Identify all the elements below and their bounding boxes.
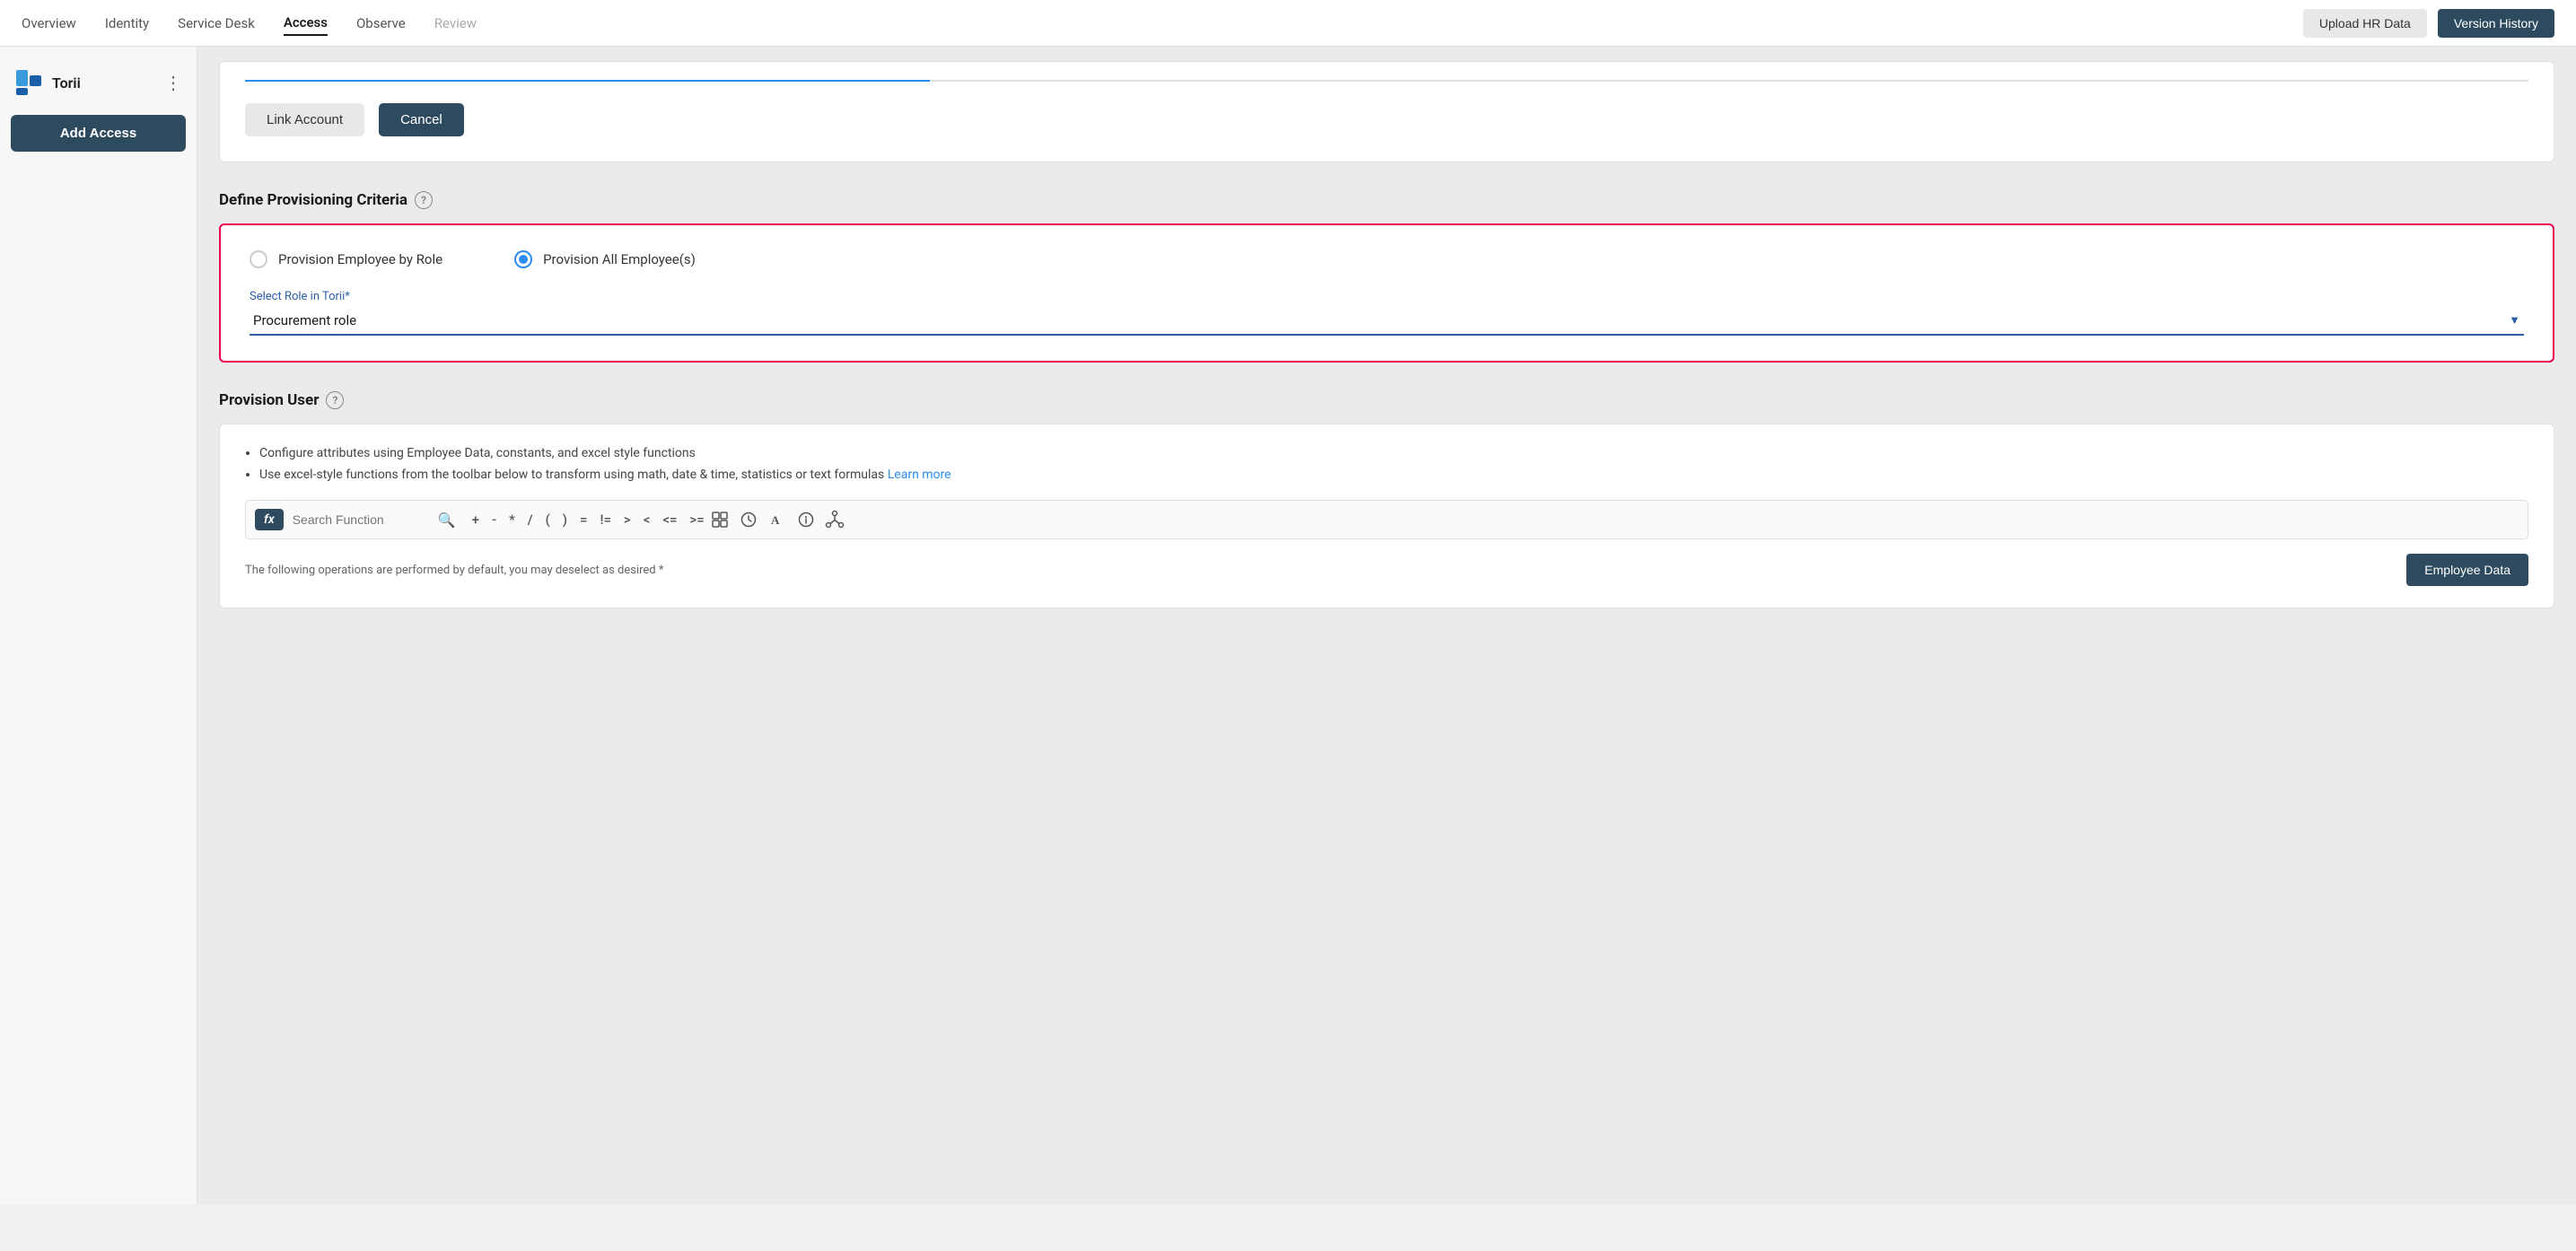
toolbar-op-minus[interactable]: - bbox=[492, 512, 496, 528]
torii-logo bbox=[14, 68, 43, 97]
toolbar-operators: + - * / ( ) = != > < <= >= bbox=[472, 512, 705, 528]
provision-user-help-icon[interactable]: ? bbox=[326, 391, 344, 409]
employee-data-button[interactable]: Employee Data bbox=[2406, 554, 2528, 586]
nav-service-desk[interactable]: Service Desk bbox=[178, 12, 255, 35]
add-access-button[interactable]: Add Access bbox=[11, 115, 186, 152]
toolbar-op-close-paren[interactable]: ) bbox=[563, 512, 567, 528]
cancel-button[interactable]: Cancel bbox=[379, 103, 464, 136]
svg-text:A: A bbox=[771, 513, 780, 527]
provision-all-employees-option[interactable]: Provision All Employee(s) bbox=[514, 250, 696, 268]
toolbar-op-multiply[interactable]: * bbox=[509, 512, 515, 528]
version-history-button[interactable]: Version History bbox=[2438, 9, 2554, 38]
toolbar-op-not-equals[interactable]: != bbox=[600, 512, 610, 528]
nav-access[interactable]: Access bbox=[284, 11, 328, 36]
top-navigation: Overview Identity Service Desk Access Ob… bbox=[0, 0, 2576, 47]
provision-all-employees-radio[interactable] bbox=[514, 250, 532, 268]
text-icon[interactable]: A bbox=[764, 506, 791, 533]
provision-user-title: Provision User bbox=[219, 391, 319, 409]
bullet-2: Use excel-style functions from the toolb… bbox=[259, 468, 2528, 482]
learn-more-link[interactable]: Learn more bbox=[888, 468, 951, 482]
select-role-value: Procurement role bbox=[253, 312, 356, 328]
link-account-actions: Link Account Cancel bbox=[245, 103, 2528, 136]
sidebar: Torii ⋮ Add Access bbox=[0, 47, 197, 1204]
provision-by-role-label: Provision Employee by Role bbox=[278, 251, 442, 267]
app-info: Torii bbox=[14, 68, 81, 97]
link-account-card: Link Account Cancel bbox=[219, 61, 2554, 162]
nav-actions: Upload HR Data Version History bbox=[2303, 9, 2554, 38]
bottom-operations-text: The following operations are performed b… bbox=[245, 564, 663, 577]
nav-review: Review bbox=[434, 12, 477, 35]
progress-divider bbox=[245, 80, 2528, 82]
provision-by-role-option[interactable]: Provision Employee by Role bbox=[250, 250, 442, 268]
layout: Torii ⋮ Add Access Link Account Cancel D… bbox=[0, 47, 2576, 1204]
search-function-input[interactable] bbox=[293, 512, 436, 527]
formula-toolbar: fx 🔍 + - * / ( ) = != > < <= >= bbox=[245, 500, 2528, 539]
toolbar-op-lt[interactable]: < bbox=[644, 512, 651, 528]
grid-icon[interactable] bbox=[706, 506, 733, 533]
criteria-options: Provision Employee by Role Provision All… bbox=[250, 250, 2524, 268]
provision-user-card: Configure attributes using Employee Data… bbox=[219, 424, 2554, 608]
bullet-1: Configure attributes using Employee Data… bbox=[259, 446, 2528, 460]
fx-badge[interactable]: fx bbox=[255, 509, 284, 530]
link-account-button[interactable]: Link Account bbox=[245, 103, 364, 136]
toolbar-op-gt[interactable]: > bbox=[624, 512, 631, 528]
info-icon[interactable] bbox=[793, 506, 819, 533]
more-options-icon[interactable]: ⋮ bbox=[164, 72, 182, 93]
dropdown-arrow-icon: ▼ bbox=[2509, 313, 2520, 328]
select-role-dropdown[interactable]: Procurement role ▼ bbox=[250, 309, 2524, 336]
nav-identity[interactable]: Identity bbox=[105, 12, 149, 35]
provision-user-bullets: Configure attributes using Employee Data… bbox=[245, 446, 2528, 482]
nav-overview[interactable]: Overview bbox=[22, 12, 76, 35]
toolbar-op-open-paren[interactable]: ( bbox=[546, 512, 550, 528]
define-provisioning-title: Define Provisioning Criteria bbox=[219, 191, 407, 209]
toolbar-op-equals[interactable]: = bbox=[580, 512, 587, 528]
provision-all-employees-label: Provision All Employee(s) bbox=[543, 251, 696, 267]
define-provisioning-help-icon[interactable]: ? bbox=[415, 191, 433, 209]
select-role-section: Select Role in Torii* Procurement role ▼ bbox=[250, 290, 2524, 336]
upload-hr-data-button[interactable]: Upload HR Data bbox=[2303, 9, 2427, 38]
toolbar-op-plus[interactable]: + bbox=[472, 512, 479, 528]
provision-user-bottom-row: The following operations are performed b… bbox=[245, 554, 2528, 586]
select-role-label: Select Role in Torii* bbox=[250, 290, 2524, 303]
nav-links: Overview Identity Service Desk Access Ob… bbox=[22, 11, 477, 36]
toolbar-op-lte[interactable]: <= bbox=[662, 512, 677, 528]
criteria-card: Provision Employee by Role Provision All… bbox=[219, 223, 2554, 363]
toolbar-op-gte[interactable]: >= bbox=[689, 512, 704, 528]
nav-observe[interactable]: Observe bbox=[356, 12, 406, 35]
provision-user-header: Provision User ? bbox=[219, 391, 2554, 409]
search-icon[interactable]: 🔍 bbox=[438, 512, 456, 529]
clock-icon[interactable] bbox=[735, 506, 762, 533]
sidebar-app-name: Torii bbox=[52, 74, 81, 92]
provision-by-role-radio[interactable] bbox=[250, 250, 267, 268]
define-provisioning-header: Define Provisioning Criteria ? bbox=[219, 191, 2554, 209]
network-icon[interactable] bbox=[821, 506, 848, 533]
sidebar-app-header: Torii ⋮ bbox=[11, 61, 186, 111]
main-content: Link Account Cancel Define Provisioning … bbox=[197, 47, 2576, 1204]
toolbar-op-divide[interactable]: / bbox=[528, 512, 533, 528]
